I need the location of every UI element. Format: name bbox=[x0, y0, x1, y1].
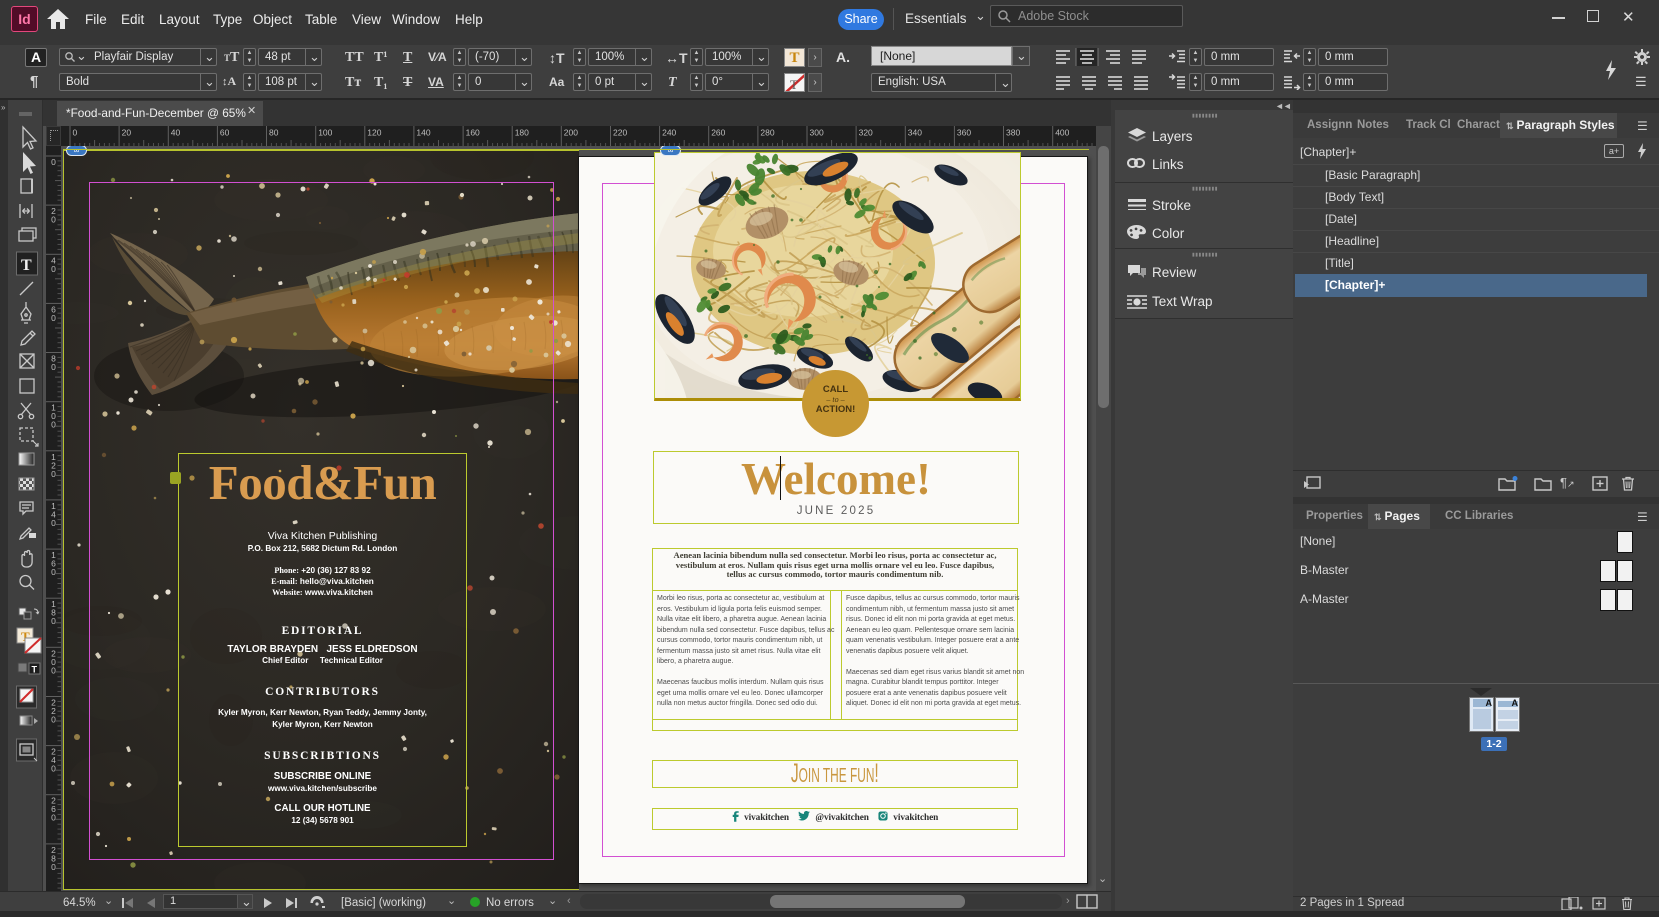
svg-text:340: 340 bbox=[908, 128, 922, 138]
svg-text:0: 0 bbox=[51, 264, 56, 274]
svg-text:80: 80 bbox=[269, 128, 279, 138]
svg-text:200: 200 bbox=[564, 128, 578, 138]
svg-text:160: 160 bbox=[466, 128, 480, 138]
svg-text:140: 140 bbox=[416, 128, 430, 138]
svg-text:320: 320 bbox=[859, 128, 873, 138]
svg-text:0: 0 bbox=[51, 813, 56, 823]
svg-text:180: 180 bbox=[515, 128, 529, 138]
svg-text:260: 260 bbox=[711, 128, 725, 138]
svg-text:240: 240 bbox=[662, 128, 676, 138]
svg-text:40: 40 bbox=[171, 128, 181, 138]
svg-text:T: T bbox=[21, 257, 32, 274]
svg-text:0: 0 bbox=[51, 764, 56, 774]
svg-text:120: 120 bbox=[367, 128, 381, 138]
svg-text:60: 60 bbox=[220, 128, 230, 138]
svg-text:0: 0 bbox=[51, 518, 56, 528]
svg-text:0: 0 bbox=[51, 313, 56, 323]
svg-text:0: 0 bbox=[51, 616, 56, 626]
svg-text:220: 220 bbox=[613, 128, 627, 138]
svg-text:0: 0 bbox=[51, 157, 56, 167]
svg-text:0: 0 bbox=[51, 715, 56, 725]
svg-text:360: 360 bbox=[957, 128, 971, 138]
svg-text:0: 0 bbox=[51, 215, 56, 225]
svg-text:0: 0 bbox=[51, 862, 56, 872]
svg-text:380: 380 bbox=[1006, 128, 1020, 138]
svg-text:280: 280 bbox=[760, 128, 774, 138]
svg-text:0: 0 bbox=[73, 128, 78, 138]
svg-text:0: 0 bbox=[51, 420, 56, 430]
svg-text:0: 0 bbox=[51, 665, 56, 675]
svg-text:20: 20 bbox=[122, 128, 132, 138]
svg-text:100: 100 bbox=[318, 128, 332, 138]
svg-text:0: 0 bbox=[51, 362, 56, 372]
svg-text:T: T bbox=[32, 665, 38, 675]
svg-text:300: 300 bbox=[810, 128, 824, 138]
svg-text:0: 0 bbox=[51, 469, 56, 479]
svg-text:T: T bbox=[790, 77, 798, 92]
svg-text:400: 400 bbox=[1055, 128, 1069, 138]
svg-text:0: 0 bbox=[51, 567, 56, 577]
